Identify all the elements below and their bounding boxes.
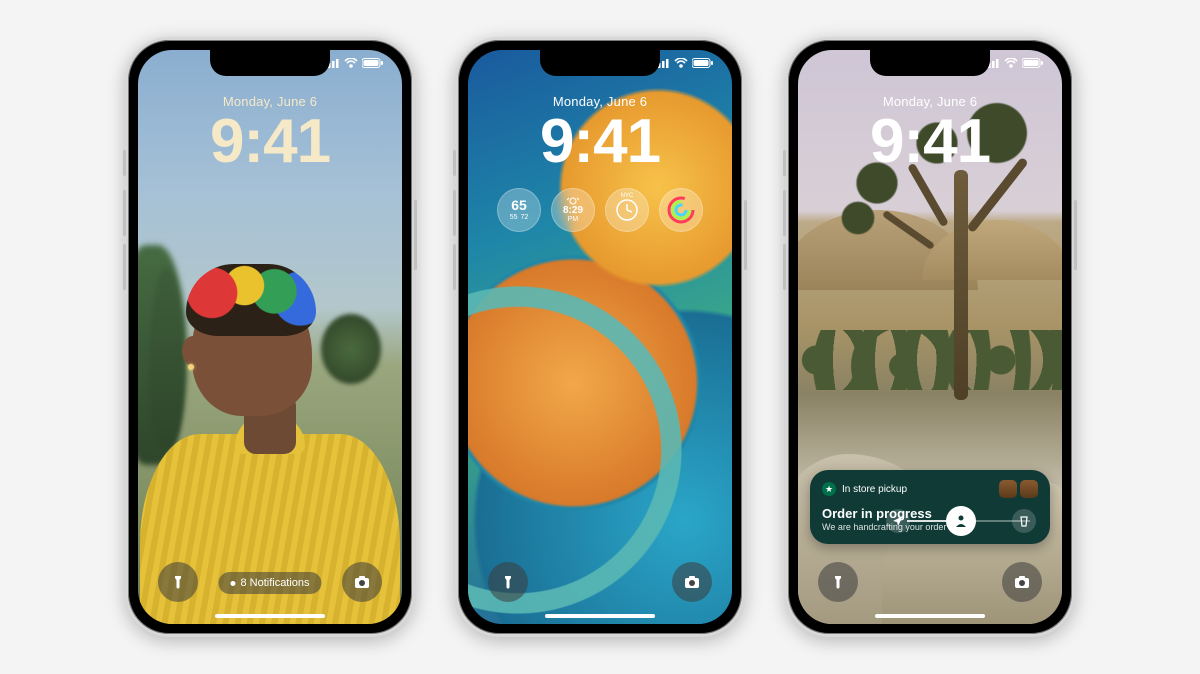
progress-step-preparing	[946, 506, 976, 536]
camera-icon	[684, 575, 700, 589]
notch	[540, 50, 660, 76]
flashlight-button[interactable]	[818, 562, 858, 602]
clockface-icon	[616, 199, 638, 221]
battery-icon	[692, 58, 714, 68]
datetime: Monday, June 6 9:41	[468, 94, 732, 173]
alarm-icon	[567, 197, 579, 205]
camera-button[interactable]	[672, 562, 712, 602]
barista-icon	[954, 514, 968, 528]
wifi-icon	[674, 58, 688, 68]
lockscreen-time: 9:41	[798, 111, 1062, 173]
starbucks-icon: ★	[822, 482, 836, 496]
wifi-icon	[1004, 58, 1018, 68]
activity-rings-icon	[666, 195, 696, 225]
status-bar	[324, 58, 384, 68]
lockscreen-time: 9:41	[468, 111, 732, 173]
phone-1: Monday, June 6 9:41 8 Notifications	[125, 37, 415, 637]
notch	[210, 50, 330, 76]
weather-widget[interactable]: 65 55 72	[497, 188, 541, 232]
datetime: Monday, June 6 9:41	[138, 94, 402, 173]
datetime: Monday, June 6 9:41	[798, 94, 1062, 173]
home-indicator[interactable]	[545, 614, 655, 618]
lockscreen-1: Monday, June 6 9:41 8 Notifications	[138, 50, 402, 624]
battery-icon	[362, 58, 384, 68]
flashlight-button[interactable]	[158, 562, 198, 602]
camera-button[interactable]	[342, 562, 382, 602]
battery-icon	[1022, 58, 1044, 68]
status-bar	[984, 58, 1044, 68]
widget-row: 65 55 72 8:29 PM NYC	[468, 188, 732, 232]
status-bar	[654, 58, 714, 68]
clock-widget[interactable]: 8:29 PM	[551, 188, 595, 232]
worldclock-city: NYC	[621, 193, 634, 200]
progress-step-sent	[886, 509, 910, 533]
wifi-icon	[344, 58, 358, 68]
cup-icon	[1018, 515, 1030, 527]
lockscreen-2: Monday, June 6 9:41 65 55 72 8:29 PM NYC	[468, 50, 732, 624]
lockscreen-3: Monday, June 6 9:41 ★ In store pickup Or…	[798, 50, 1062, 624]
lockscreen-time: 9:41	[138, 111, 402, 173]
flashlight-icon	[170, 574, 186, 590]
live-activity-brand: In store pickup	[842, 484, 907, 495]
flashlight-button[interactable]	[488, 562, 528, 602]
location-arrow-icon	[892, 515, 904, 527]
clock-time: 8:29	[563, 205, 583, 216]
activity-widget[interactable]	[659, 188, 703, 232]
camera-icon	[1014, 575, 1030, 589]
camera-button[interactable]	[1002, 562, 1042, 602]
flashlight-icon	[500, 574, 516, 590]
progress-step-ready	[1012, 509, 1036, 533]
home-indicator[interactable]	[875, 614, 985, 618]
live-activity-card[interactable]: ★ In store pickup Order in progress We a…	[810, 470, 1050, 544]
camera-icon	[354, 575, 370, 589]
flashlight-icon	[830, 574, 846, 590]
phone-3: Monday, June 6 9:41 ★ In store pickup Or…	[785, 37, 1075, 637]
notch	[870, 50, 990, 76]
home-indicator[interactable]	[215, 614, 325, 618]
phone-2: Monday, June 6 9:41 65 55 72 8:29 PM NYC	[455, 37, 745, 637]
weather-temp: 65	[511, 198, 527, 213]
clock-ampm: PM	[568, 216, 579, 224]
worldclock-widget[interactable]: NYC	[605, 188, 649, 232]
order-thumbnails	[999, 480, 1038, 498]
